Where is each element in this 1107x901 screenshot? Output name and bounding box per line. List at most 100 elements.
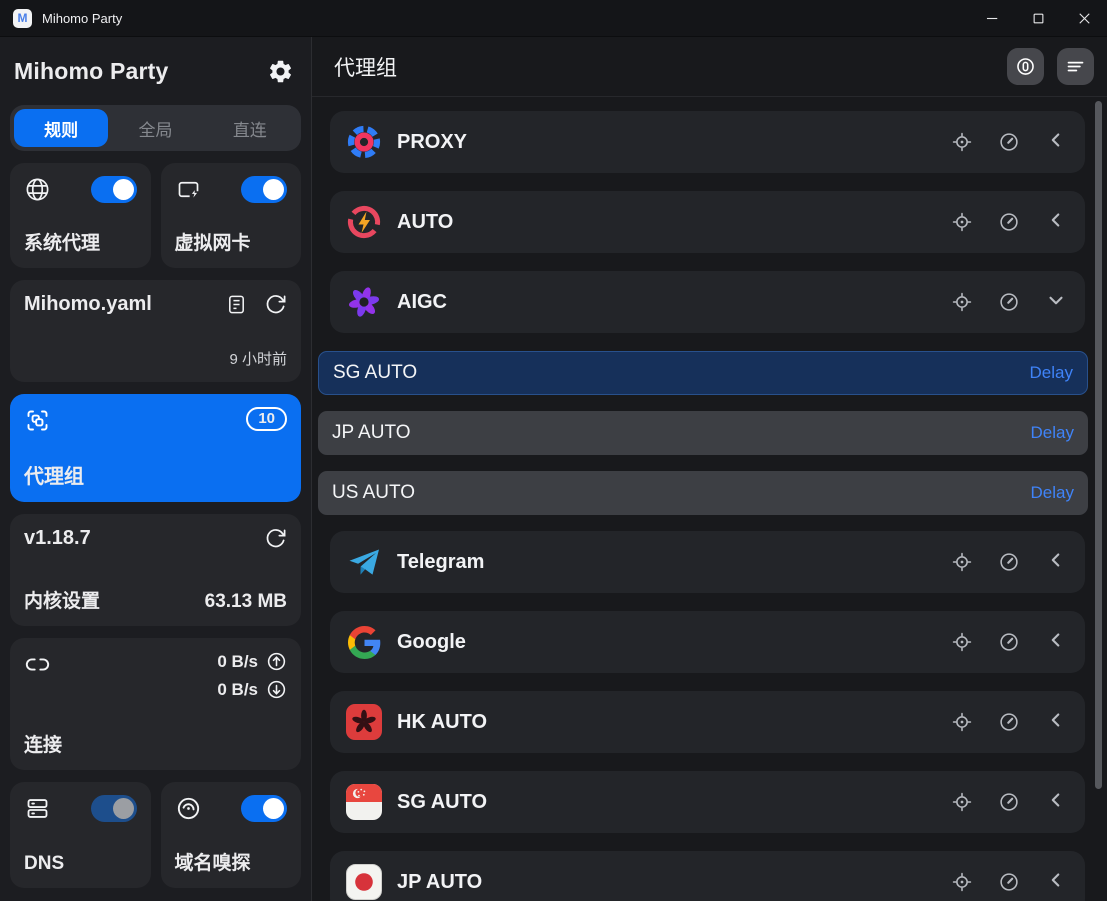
delay-test-icon[interactable]	[998, 871, 1020, 893]
profile-card[interactable]: Mihomo.yaml 9 小时前	[10, 280, 301, 382]
sidebar: Mihomo Party 规则 全局 直连 系统代理	[0, 37, 311, 901]
delay-test-icon[interactable]	[998, 631, 1020, 653]
outbound-mode-tabs: 规则 全局 直连	[10, 105, 301, 151]
delay-test-icon[interactable]	[998, 791, 1020, 813]
delay-test-icon[interactable]	[998, 551, 1020, 573]
minimize-button[interactable]	[969, 0, 1015, 36]
refresh-icon[interactable]	[264, 293, 287, 316]
group-row[interactable]: AUTO	[330, 191, 1085, 253]
group-row[interactable]: SG AUTO	[330, 771, 1085, 833]
expand-chevron-icon[interactable]	[1045, 709, 1067, 736]
expand-chevron-icon[interactable]	[1045, 289, 1067, 316]
delay-test-icon[interactable]	[998, 131, 1020, 153]
proxy-group-list: PROXY AUTO AIGC SG AUTO Delay JP AUTO De…	[312, 97, 1107, 901]
tun-adapter-icon	[175, 176, 202, 203]
globe-icon	[24, 176, 51, 203]
locate-icon[interactable]	[951, 791, 973, 813]
main-header: 代理组	[312, 37, 1107, 97]
profile-name: Mihomo.yaml	[24, 293, 152, 316]
expand-chevron-icon[interactable]	[1045, 129, 1067, 156]
google-icon	[346, 624, 382, 660]
locate-icon[interactable]	[951, 871, 973, 893]
system-proxy-toggle[interactable]	[91, 176, 137, 203]
group-row[interactable]: PROXY	[330, 111, 1085, 173]
locate-icon[interactable]	[951, 131, 973, 153]
maximize-button[interactable]	[1015, 0, 1061, 36]
core-memory: 63.13 MB	[205, 591, 287, 613]
dns-label: DNS	[24, 853, 137, 875]
dns-server-icon	[24, 795, 51, 822]
tun-label: 虚拟网卡	[175, 228, 288, 255]
delay-test-icon[interactable]	[998, 211, 1020, 233]
link-icon	[24, 651, 51, 678]
proxy-groups-count-badge: 10	[246, 407, 287, 431]
upload-arrow-icon	[266, 651, 287, 672]
upload-rate: 0 B/s	[217, 652, 258, 672]
download-rate: 0 B/s	[217, 680, 258, 700]
sniff-card[interactable]: 域名嗅探	[161, 782, 302, 888]
expand-chevron-icon[interactable]	[1045, 789, 1067, 816]
dns-toggle[interactable]	[91, 795, 137, 822]
group-row[interactable]: JP AUTO	[330, 851, 1085, 901]
column-layout-icon	[1015, 56, 1036, 77]
tun-card[interactable]: 虚拟网卡	[161, 163, 302, 268]
connections-label: 连接	[24, 730, 287, 757]
group-row[interactable]: HK AUTO	[330, 691, 1085, 753]
group-row[interactable]: Google	[330, 611, 1085, 673]
locate-icon[interactable]	[951, 291, 973, 313]
settings-button[interactable]	[263, 54, 297, 88]
close-button[interactable]	[1061, 0, 1107, 36]
expand-chevron-icon[interactable]	[1045, 549, 1067, 576]
delay-button[interactable]: Delay	[1031, 423, 1074, 443]
delay-button[interactable]: Delay	[1030, 363, 1073, 383]
tab-global[interactable]: 全局	[108, 109, 202, 147]
sniffer-icon	[175, 795, 202, 822]
proxy-groups-nav-label: 代理组	[24, 460, 287, 489]
jp-flag-icon	[346, 864, 382, 900]
telegram-icon	[346, 544, 382, 580]
proxy-item-row[interactable]: SG AUTO Delay	[318, 351, 1088, 395]
expand-chevron-icon[interactable]	[1045, 209, 1067, 236]
gear-icon	[267, 58, 294, 85]
hk-flag-icon	[346, 704, 382, 740]
tun-toggle[interactable]	[241, 176, 287, 203]
main-panel: 代理组 PROXY AUTO	[311, 37, 1107, 901]
locate-icon[interactable]	[951, 711, 973, 733]
proxy-groups-nav-card[interactable]: 10 代理组	[10, 394, 301, 502]
core-settings-label: 内核设置	[24, 586, 100, 613]
app-window: M Mihomo Party Mihomo Party 规则	[0, 0, 1107, 901]
core-version: v1.18.7	[24, 527, 91, 550]
delay-test-icon[interactable]	[998, 291, 1020, 313]
expand-chevron-icon[interactable]	[1045, 629, 1067, 656]
tab-rule[interactable]: 规则	[14, 109, 108, 147]
proxy-item-row[interactable]: JP AUTO Delay	[318, 411, 1088, 455]
group-row[interactable]: Telegram	[330, 531, 1085, 593]
openai-icon	[346, 284, 382, 320]
proxy-wheel-icon	[346, 124, 382, 160]
sort-lines-icon	[1065, 56, 1086, 77]
connections-card[interactable]: 0 B/s 0 B/s 连接	[10, 638, 301, 770]
proxy-item-row[interactable]: US AUTO Delay	[318, 471, 1088, 515]
system-proxy-card[interactable]: 系统代理	[10, 163, 151, 268]
core-card[interactable]: v1.18.7 内核设置 63.13 MB	[10, 514, 301, 626]
sort-button[interactable]	[1057, 48, 1094, 85]
window-title: Mihomo Party	[42, 11, 122, 26]
group-row[interactable]: AIGC	[330, 271, 1085, 333]
sg-flag-icon	[346, 784, 382, 820]
locate-icon[interactable]	[951, 631, 973, 653]
document-icon[interactable]	[225, 293, 248, 316]
locate-icon[interactable]	[951, 551, 973, 573]
scrollbar-thumb[interactable]	[1095, 101, 1102, 789]
delay-test-icon[interactable]	[998, 711, 1020, 733]
sniff-toggle[interactable]	[241, 795, 287, 822]
core-refresh-icon[interactable]	[264, 527, 287, 550]
tab-direct[interactable]: 直连	[203, 109, 297, 147]
dns-card[interactable]: DNS	[10, 782, 151, 888]
delay-button[interactable]: Delay	[1031, 483, 1074, 503]
locate-icon[interactable]	[951, 211, 973, 233]
page-title: 代理组	[334, 52, 397, 82]
profile-updated: 9 小时前	[24, 348, 287, 369]
expand-chevron-icon[interactable]	[1045, 869, 1067, 896]
column-layout-button[interactable]	[1007, 48, 1044, 85]
sniff-label: 域名嗅探	[175, 848, 288, 875]
